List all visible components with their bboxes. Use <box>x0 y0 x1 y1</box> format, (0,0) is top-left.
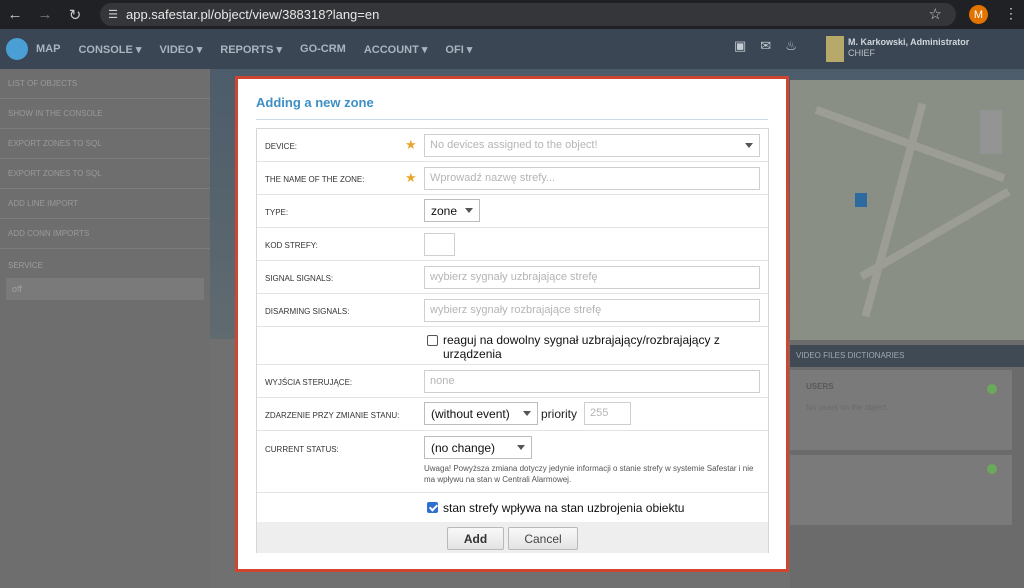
affects-row: stan strefy wpływa na stan uzbrojenia ob… <box>257 493 768 522</box>
chevron-down-icon <box>517 445 525 450</box>
required-icon: ★ <box>405 170 417 185</box>
type-select[interactable]: zone <box>424 199 480 222</box>
nav-console[interactable]: CONSOLE ▾ <box>78 43 141 56</box>
zone-form: DEVICE: ★ No devices assigned to the obj… <box>256 128 769 553</box>
event-label: ZDARZENIE PRZY ZMIANIE STANU: <box>265 411 400 420</box>
any-signal-row: reaguj na dowolny sygnał uzbrajający/roz… <box>257 327 768 365</box>
nav-reports[interactable]: REPORTS ▾ <box>220 43 282 56</box>
device-row: DEVICE: ★ No devices assigned to the obj… <box>257 129 768 162</box>
nav-account[interactable]: ACCOUNT ▾ <box>364 43 428 56</box>
nav-gocrm[interactable]: GO-CRM <box>300 43 346 55</box>
address-bar[interactable]: ☰ app.safestar.pl/object/view/388318?lan… <box>100 3 956 26</box>
reload-icon[interactable]: ↻ <box>60 0 90 29</box>
url-text[interactable]: app.safestar.pl/object/view/388318?lang=… <box>126 7 379 22</box>
site-settings-icon[interactable]: ☰ <box>100 8 126 21</box>
affects-arming-label[interactable]: stan strefy wpływa na stan uzbrojenia ob… <box>443 501 684 515</box>
modal-footer: Add Cancel <box>257 522 768 553</box>
device-select[interactable]: No devices assigned to the object! <box>424 134 760 157</box>
sidebar-item-add-line-import[interactable]: ADD LINE IMPORT <box>0 189 210 219</box>
type-label: TYPE: <box>265 208 289 217</box>
users-panel-header: USERS <box>806 382 834 391</box>
user-info[interactable]: M. Karkowski, Administrator CHIEF <box>848 37 969 59</box>
add-button[interactable]: Add <box>447 527 504 550</box>
disarming-signals-row: DISARMING SIGNALS: wybierz sygnały rozbr… <box>257 294 768 327</box>
disarming-signals-label: DISARMING SIGNALS: <box>265 307 350 316</box>
mail-icon[interactable]: ✉ <box>760 38 771 54</box>
sidebar-item-export-zones[interactable]: EXPORT ZONES TO SQL <box>0 129 210 159</box>
map-zoom-control[interactable] <box>980 110 1002 154</box>
any-signal-label[interactable]: reaguj na dowolny sygnał uzbrajający/roz… <box>443 333 761 361</box>
required-icon: ★ <box>405 137 417 152</box>
device-label: DEVICE: <box>265 142 298 151</box>
add-item-icon[interactable] <box>987 464 997 474</box>
priority-input[interactable]: 255 <box>584 402 631 425</box>
sidebar-section-service: SERVICE <box>8 261 43 270</box>
priority-label: priority <box>541 407 578 421</box>
service-select[interactable]: off <box>6 278 204 300</box>
type-value: zone <box>431 204 458 218</box>
nav-ofi[interactable]: OFI ▾ <box>445 43 472 56</box>
zone-code-label: KOD STREFY: <box>265 241 318 250</box>
type-row: TYPE: zone <box>257 195 768 228</box>
chevron-down-icon <box>465 208 473 213</box>
status-label: CURRENT STATUS: <box>265 445 339 454</box>
object-tabs[interactable]: VIDEO FILES DICTIONARIES <box>790 345 1024 367</box>
bookmark-star-icon[interactable]: ☆ <box>929 5 942 23</box>
title-divider <box>256 119 768 120</box>
chevron-down-icon <box>523 411 531 416</box>
arming-signals-label: SIGNAL SIGNALS: <box>265 274 334 283</box>
arming-signals-row: SIGNAL SIGNALS: wybierz sygnały uzbrajaj… <box>257 261 768 294</box>
sidebar-item-show-console[interactable]: SHOW IN THE CONSOLE <box>0 99 210 129</box>
zone-name-input[interactable]: Wprowadź nazwę strefy... <box>424 167 760 190</box>
nav-map[interactable]: MAP <box>36 43 60 55</box>
affects-arming-checkbox[interactable] <box>427 502 438 513</box>
event-row: ZDARZENIE PRZY ZMIANIE STANU: (without e… <box>257 398 768 431</box>
browser-toolbar: ← → ↻ ☰ app.safestar.pl/object/view/3883… <box>0 0 1024 29</box>
add-user-icon[interactable] <box>987 384 997 394</box>
status-value: (no change) <box>431 441 496 455</box>
user-name: M. Karkowski, Administrator <box>848 37 970 47</box>
outputs-row: WYJŚCIA STERUJĄCE: none <box>257 365 768 398</box>
map-pin-icon[interactable] <box>855 193 867 207</box>
camera-icon[interactable]: ▣ <box>734 38 746 54</box>
name-row: THE NAME OF THE ZONE: ★ Wprowadź nazwę s… <box>257 162 768 195</box>
device-placeholder: No devices assigned to the object! <box>430 139 598 151</box>
users-panel: USERS No users on the object. <box>790 370 1012 450</box>
user-role: CHIEF <box>848 48 875 58</box>
add-zone-modal: Adding a new zone DEVICE: ★ No devices a… <box>238 79 786 569</box>
sidebar-item-add-conn-imports[interactable]: ADD CONN IMPORTS <box>0 219 210 249</box>
any-signal-checkbox[interactable] <box>427 335 438 346</box>
bell-icon[interactable]: ♨ <box>785 38 797 54</box>
profile-avatar[interactable]: M <box>969 5 988 24</box>
modal-title: Adding a new zone <box>256 95 374 110</box>
nav-video[interactable]: VIDEO ▾ <box>159 43 202 56</box>
browser-menu-icon[interactable]: ⋮ <box>1004 5 1018 22</box>
disarming-signals-input[interactable]: wybierz sygnały rozbrajające strefę <box>424 299 760 322</box>
arming-signals-input[interactable]: wybierz sygnały uzbrajające strefę <box>424 266 760 289</box>
user-avatar[interactable] <box>826 36 844 62</box>
zone-name-label: THE NAME OF THE ZONE: <box>265 175 365 184</box>
outputs-input[interactable]: none <box>424 370 760 393</box>
status-select[interactable]: (no change) <box>424 436 532 459</box>
zone-code-input[interactable] <box>424 233 455 256</box>
cancel-button[interactable]: Cancel <box>508 527 578 550</box>
back-icon[interactable]: ← <box>0 0 30 29</box>
secondary-panel <box>790 455 1012 525</box>
status-row: CURRENT STATUS: (no change) Uwaga! Powyż… <box>257 431 768 493</box>
map-view[interactable] <box>790 80 1024 340</box>
event-select[interactable]: (without event) <box>424 402 538 425</box>
sidebar: LIST OF OBJECTS SHOW IN THE CONSOLE EXPO… <box>0 69 210 588</box>
sidebar-item-export-zones-2[interactable]: EXPORT ZONES TO SQL <box>0 159 210 189</box>
chevron-down-icon <box>745 143 753 148</box>
status-note: Uwaga! Powyższa zmiana dotyczy jedynie i… <box>424 464 754 484</box>
sidebar-item-list-objects[interactable]: LIST OF OBJECTS <box>0 69 210 99</box>
zone-code-row: KOD STREFY: <box>257 228 768 261</box>
users-panel-text: No users on the object. <box>806 403 889 412</box>
app-logo[interactable] <box>6 38 28 60</box>
outputs-label: WYJŚCIA STERUJĄCE: <box>265 378 353 387</box>
forward-icon[interactable]: → <box>30 0 60 29</box>
event-value: (without event) <box>431 407 510 421</box>
app-navbar: MAP CONSOLE ▾ VIDEO ▾ REPORTS ▾ GO-CRM A… <box>0 29 1024 69</box>
